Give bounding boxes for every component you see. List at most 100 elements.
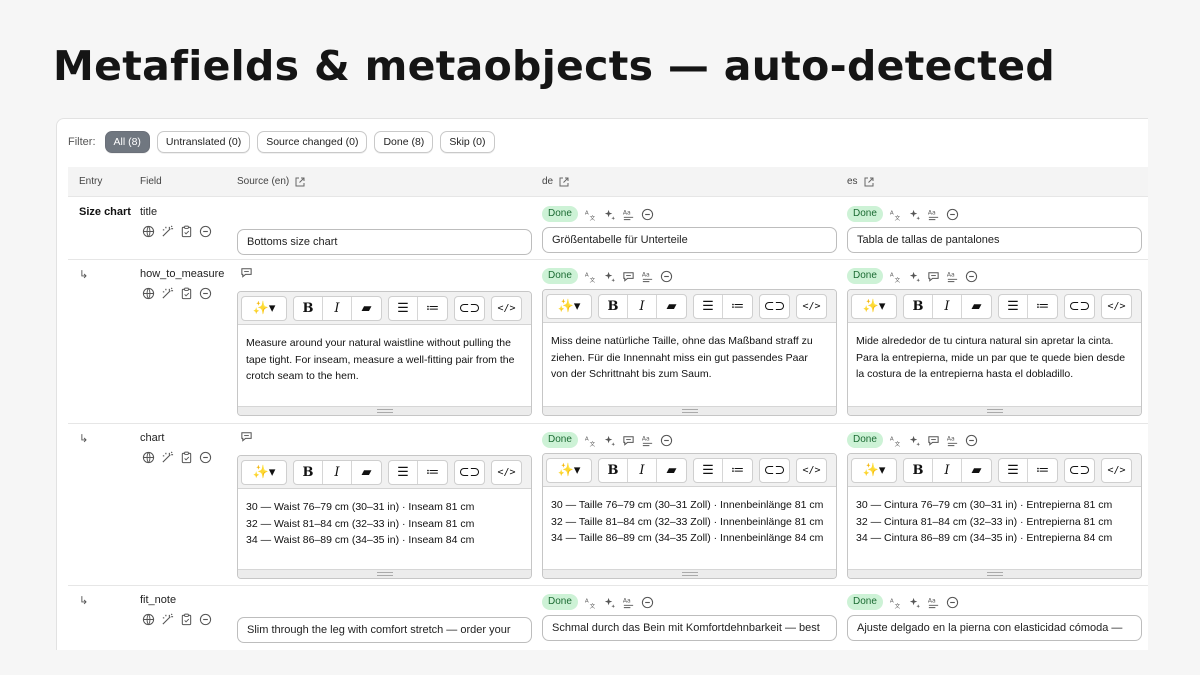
link-icon[interactable]: ⊂⊃ xyxy=(455,461,484,484)
minus-circle-icon[interactable] xyxy=(199,287,212,300)
editor-content[interactable]: 30 — Waist 76–79 cm (30–31 in) · Inseam … xyxy=(238,489,531,559)
de-rich-text-editor[interactable]: ✨▾ B I ▰ ☰ ≔ ⊂⊃ </> Miss deine natürlich… xyxy=(542,289,837,416)
source-rich-text-editor[interactable]: ✨▾ B I ▰ ☰ ≔ ⊂⊃ </> Measure around your … xyxy=(237,291,532,416)
clipboard-icon[interactable] xyxy=(180,613,193,626)
eraser-icon[interactable]: ▰ xyxy=(657,459,686,482)
clipboard-icon[interactable] xyxy=(180,225,193,238)
code-icon[interactable]: </> xyxy=(797,295,826,318)
bold-icon[interactable]: B xyxy=(599,458,628,482)
sparkle-icon[interactable] xyxy=(908,270,921,283)
link-icon[interactable]: ⊂⊃ xyxy=(1065,295,1094,318)
eraser-icon[interactable]: ▰ xyxy=(352,297,381,320)
magic-dropdown-icon[interactable]: ✨▾ xyxy=(852,459,896,482)
minus-circle-icon[interactable] xyxy=(199,451,212,464)
filter-chip-untranslated[interactable]: Untranslated (0) xyxy=(156,131,251,153)
comment-icon[interactable] xyxy=(240,266,253,279)
sparkle-icon[interactable] xyxy=(908,596,921,609)
magic-dropdown-icon[interactable]: ✨▾ xyxy=(242,461,286,484)
minus-circle-icon[interactable] xyxy=(965,270,978,283)
eraser-icon[interactable]: ▰ xyxy=(352,461,381,484)
filter-chip-all[interactable]: All (8) xyxy=(104,131,150,153)
numbered-list-icon[interactable]: ≔ xyxy=(418,461,447,484)
sparkle-icon[interactable] xyxy=(603,434,616,447)
minus-circle-icon[interactable] xyxy=(660,270,673,283)
bullet-list-icon[interactable]: ☰ xyxy=(999,458,1028,482)
numbered-list-icon[interactable]: ≔ xyxy=(1028,295,1057,318)
magic-dropdown-icon[interactable]: ✨▾ xyxy=(547,459,591,482)
code-icon[interactable]: </> xyxy=(797,459,826,482)
translate-icon[interactable]: A文 xyxy=(889,434,902,447)
spellcheck-icon[interactable]: Aa xyxy=(927,596,940,609)
code-icon[interactable]: </> xyxy=(1102,295,1131,318)
resize-handle[interactable] xyxy=(238,569,531,578)
bold-icon[interactable]: B xyxy=(599,294,628,318)
eraser-icon[interactable]: ▰ xyxy=(962,459,991,482)
bold-icon[interactable]: B xyxy=(294,460,323,484)
eraser-icon[interactable]: ▰ xyxy=(962,295,991,318)
translate-icon[interactable]: A文 xyxy=(584,596,597,609)
italic-icon[interactable]: I xyxy=(323,296,352,320)
spellcheck-icon[interactable]: Aa xyxy=(927,208,940,221)
spellcheck-icon[interactable]: Aa xyxy=(946,434,959,447)
magic-wand-icon[interactable] xyxy=(161,613,174,626)
bullet-list-icon[interactable]: ☰ xyxy=(389,460,418,484)
italic-icon[interactable]: I xyxy=(933,294,962,318)
comment-icon[interactable] xyxy=(622,434,635,447)
spellcheck-icon[interactable]: Aa xyxy=(946,270,959,283)
minus-circle-icon[interactable] xyxy=(641,596,654,609)
comment-icon[interactable] xyxy=(622,270,635,283)
minus-circle-icon[interactable] xyxy=(199,225,212,238)
filter-chip-done[interactable]: Done (8) xyxy=(374,131,434,153)
link-icon[interactable]: ⊂⊃ xyxy=(760,295,789,318)
resize-handle[interactable] xyxy=(543,569,836,578)
magic-wand-icon[interactable] xyxy=(161,225,174,238)
link-icon[interactable]: ⊂⊃ xyxy=(1065,459,1094,482)
translate-icon[interactable]: A文 xyxy=(889,596,902,609)
bullet-list-icon[interactable]: ☰ xyxy=(694,294,723,318)
minus-circle-icon[interactable] xyxy=(199,613,212,626)
spellcheck-icon[interactable]: Aa xyxy=(622,208,635,221)
numbered-list-icon[interactable]: ≔ xyxy=(723,459,752,482)
translate-icon[interactable]: A文 xyxy=(889,270,902,283)
sparkle-icon[interactable] xyxy=(603,270,616,283)
es-value-field[interactable]: Ajuste delgado en la pierna con elastici… xyxy=(847,615,1142,641)
minus-circle-icon[interactable] xyxy=(946,596,959,609)
minus-circle-icon[interactable] xyxy=(641,208,654,221)
italic-icon[interactable]: I xyxy=(628,294,657,318)
numbered-list-icon[interactable]: ≔ xyxy=(1028,459,1057,482)
minus-circle-icon[interactable] xyxy=(660,434,673,447)
resize-handle[interactable] xyxy=(238,406,531,415)
bold-icon[interactable]: B xyxy=(294,296,323,320)
italic-icon[interactable]: I xyxy=(628,458,657,482)
minus-circle-icon[interactable] xyxy=(965,434,978,447)
magic-wand-icon[interactable] xyxy=(161,287,174,300)
magic-dropdown-icon[interactable]: ✨▾ xyxy=(852,295,896,318)
translate-icon[interactable]: A文 xyxy=(889,208,902,221)
globe-icon[interactable] xyxy=(142,225,155,238)
globe-icon[interactable] xyxy=(142,287,155,300)
sparkle-icon[interactable] xyxy=(908,434,921,447)
spellcheck-icon[interactable]: Aa xyxy=(641,270,654,283)
italic-icon[interactable]: I xyxy=(933,458,962,482)
editor-content[interactable]: Measure around your natural waistline wi… xyxy=(238,325,531,395)
sparkle-icon[interactable] xyxy=(603,596,616,609)
numbered-list-icon[interactable]: ≔ xyxy=(418,297,447,320)
editor-content[interactable]: Mide alrededor de tu cintura natural sin… xyxy=(848,323,1141,393)
de-rich-text-editor[interactable]: ✨▾ B I ▰ ☰ ≔ ⊂⊃ </> 30 — Taille 76–79 cm… xyxy=(542,453,837,579)
eraser-icon[interactable]: ▰ xyxy=(657,295,686,318)
clipboard-icon[interactable] xyxy=(180,451,193,464)
italic-icon[interactable]: I xyxy=(323,460,352,484)
source-rich-text-editor[interactable]: ✨▾ B I ▰ ☰ ≔ ⊂⊃ </> 30 — Waist 76–79 cm … xyxy=(237,455,532,579)
filter-chip-source-changed[interactable]: Source changed (0) xyxy=(257,131,368,153)
translate-icon[interactable]: A文 xyxy=(584,270,597,283)
resize-handle[interactable] xyxy=(543,406,836,415)
editor-content[interactable]: 30 — Taille 76–79 cm (30–31 Zoll) · Inne… xyxy=(543,487,836,557)
editor-content[interactable]: 30 — Cintura 76–79 cm (30–31 in) · Entre… xyxy=(848,487,1141,557)
magic-dropdown-icon[interactable]: ✨▾ xyxy=(242,297,286,320)
es-rich-text-editor[interactable]: ✨▾ B I ▰ ☰ ≔ ⊂⊃ </> 30 — Cintura 76–79 c… xyxy=(847,453,1142,579)
globe-icon[interactable] xyxy=(142,613,155,626)
globe-icon[interactable] xyxy=(142,451,155,464)
sparkle-icon[interactable] xyxy=(908,208,921,221)
spellcheck-icon[interactable]: Aa xyxy=(641,434,654,447)
bullet-list-icon[interactable]: ☰ xyxy=(999,294,1028,318)
